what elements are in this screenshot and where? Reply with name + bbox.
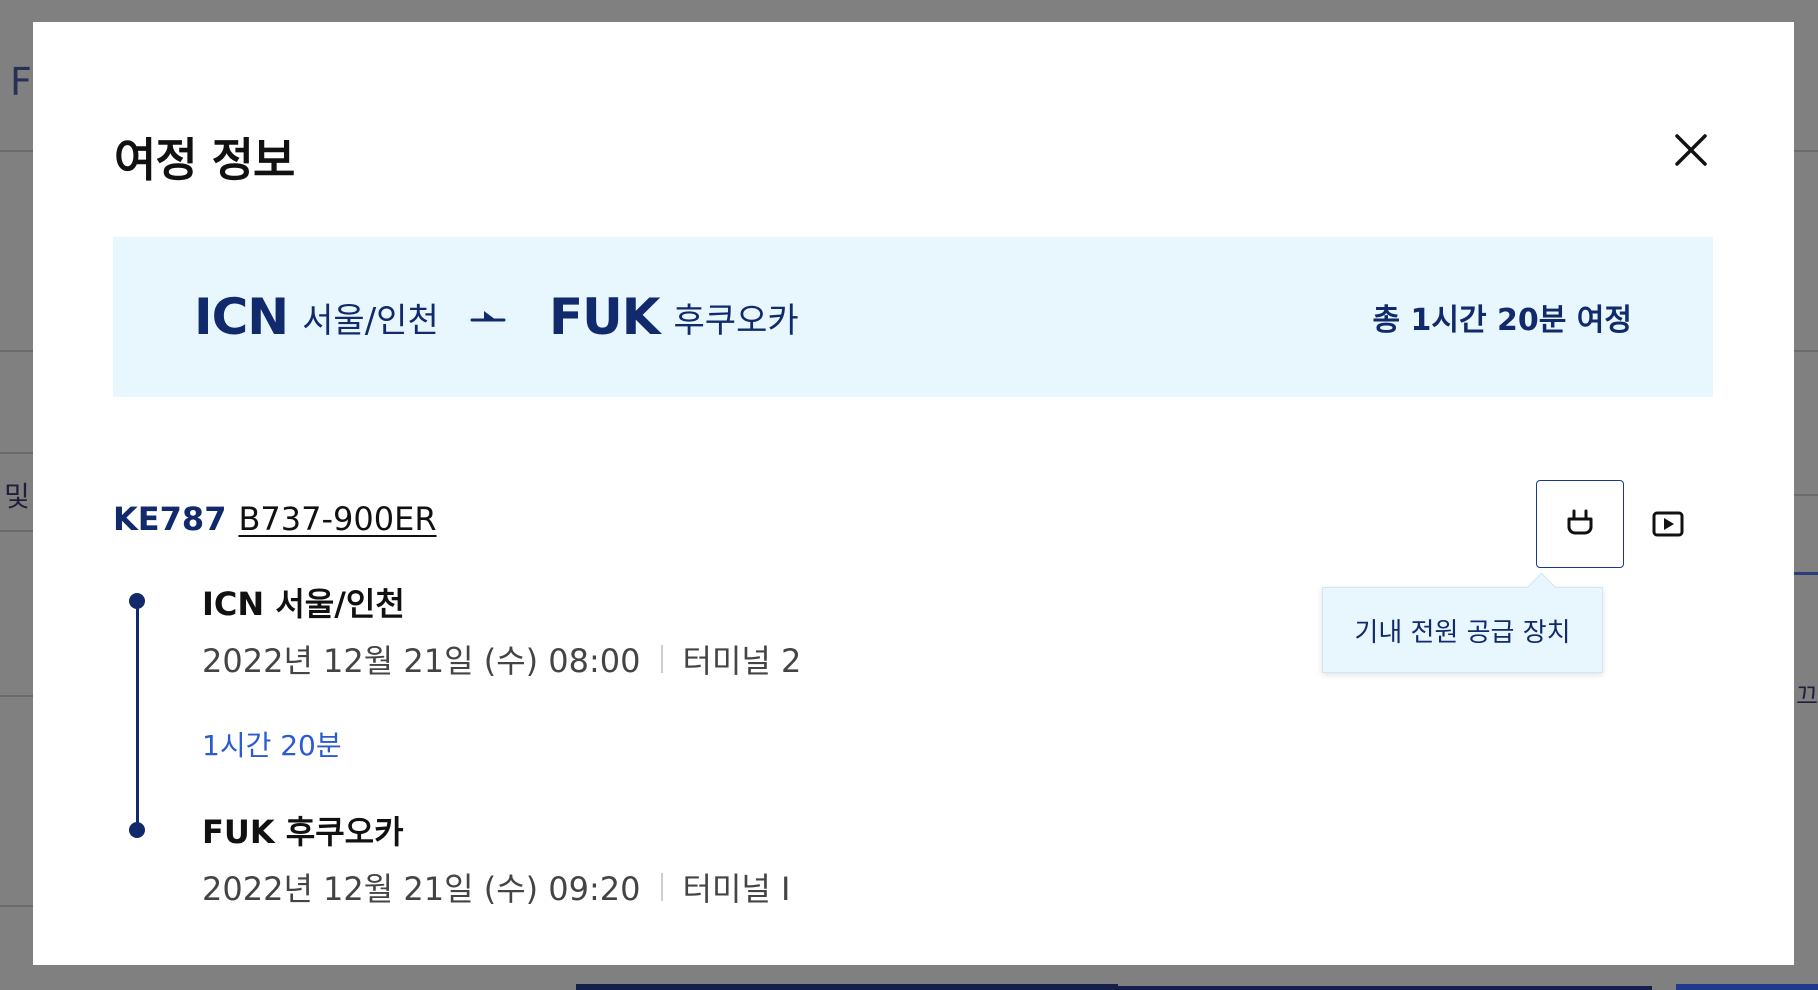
power-plug-icon	[1567, 509, 1593, 535]
background-divider	[0, 452, 33, 454]
background-divider	[0, 905, 33, 907]
origin-city: 서울/인천	[302, 300, 439, 341]
background-accent-line	[1794, 572, 1818, 575]
itinerary-modal: 여정 정보 ICN 서울/인천 FUK 후쿠오카 총 1시간 20분 여정 KE…	[33, 22, 1794, 965]
separator	[660, 645, 663, 673]
total-duration: 총 1시간 20분 여정	[1372, 303, 1632, 338]
close-button[interactable]	[1667, 126, 1715, 174]
route-destination: FUK 후쿠오카	[549, 237, 799, 397]
background-left-text: 및	[4, 480, 30, 513]
flight-duration: 1시간 20분	[202, 729, 342, 762]
video-play-icon	[1652, 511, 1684, 537]
background-bottom-bar	[576, 984, 1118, 990]
departure-terminal: 터미널 2	[682, 642, 802, 680]
background-letter: F	[10, 60, 32, 104]
background-divider	[0, 150, 33, 152]
background-divider	[1794, 494, 1818, 496]
departure-detail: 2022년 12월 21일 (수) 08:00 터미널 2	[202, 636, 801, 682]
arrival-title: FUK 후쿠오카	[202, 813, 404, 851]
timeline-line	[136, 601, 139, 830]
tooltip-text: 기내 전원 공급 장치	[1354, 617, 1571, 648]
background-bottom-bar	[1676, 984, 1818, 990]
departure-title: ICN 서울/인천	[202, 585, 405, 623]
flight-header: KE787 B737-900ER	[113, 500, 437, 538]
background-divider	[0, 530, 33, 532]
separator	[660, 873, 663, 901]
background-bottom-bar	[1118, 986, 1652, 990]
destination-city: 후쿠오카	[673, 300, 799, 341]
arrival-terminal: 터미널 I	[682, 870, 791, 908]
modal-title: 여정 정보	[114, 133, 295, 187]
power-outlet-tooltip: 기내 전원 공급 장치	[1322, 572, 1603, 673]
tooltip-arrow	[1526, 572, 1557, 603]
background-divider	[1794, 150, 1818, 152]
arrival-datetime: 2022년 12월 21일 (수) 09:20	[202, 870, 641, 908]
background-divider	[0, 695, 33, 697]
aircraft-link[interactable]: B737-900ER	[238, 500, 436, 538]
departure-datetime: 2022년 12월 21일 (수) 08:00	[202, 642, 641, 680]
arrival-detail: 2022년 12월 21일 (수) 09:20 터미널 I	[202, 864, 790, 910]
background-right-text: 끄	[1796, 682, 1818, 710]
plane-icon	[470, 311, 506, 322]
destination-code: FUK	[549, 288, 661, 346]
flight-number: KE787	[113, 500, 227, 538]
power-outlet-button[interactable]	[1536, 480, 1624, 568]
route-origin: ICN 서울/인천	[194, 237, 439, 397]
background-divider	[0, 350, 33, 352]
arrival-dot	[129, 822, 145, 838]
route-summary-banner: ICN 서울/인천 FUK 후쿠오카 총 1시간 20분 여정	[113, 237, 1713, 397]
background-divider	[1794, 350, 1818, 352]
video-button[interactable]	[1624, 480, 1712, 568]
origin-code: ICN	[194, 288, 289, 346]
close-icon	[1675, 134, 1707, 166]
departure-dot	[129, 593, 145, 609]
